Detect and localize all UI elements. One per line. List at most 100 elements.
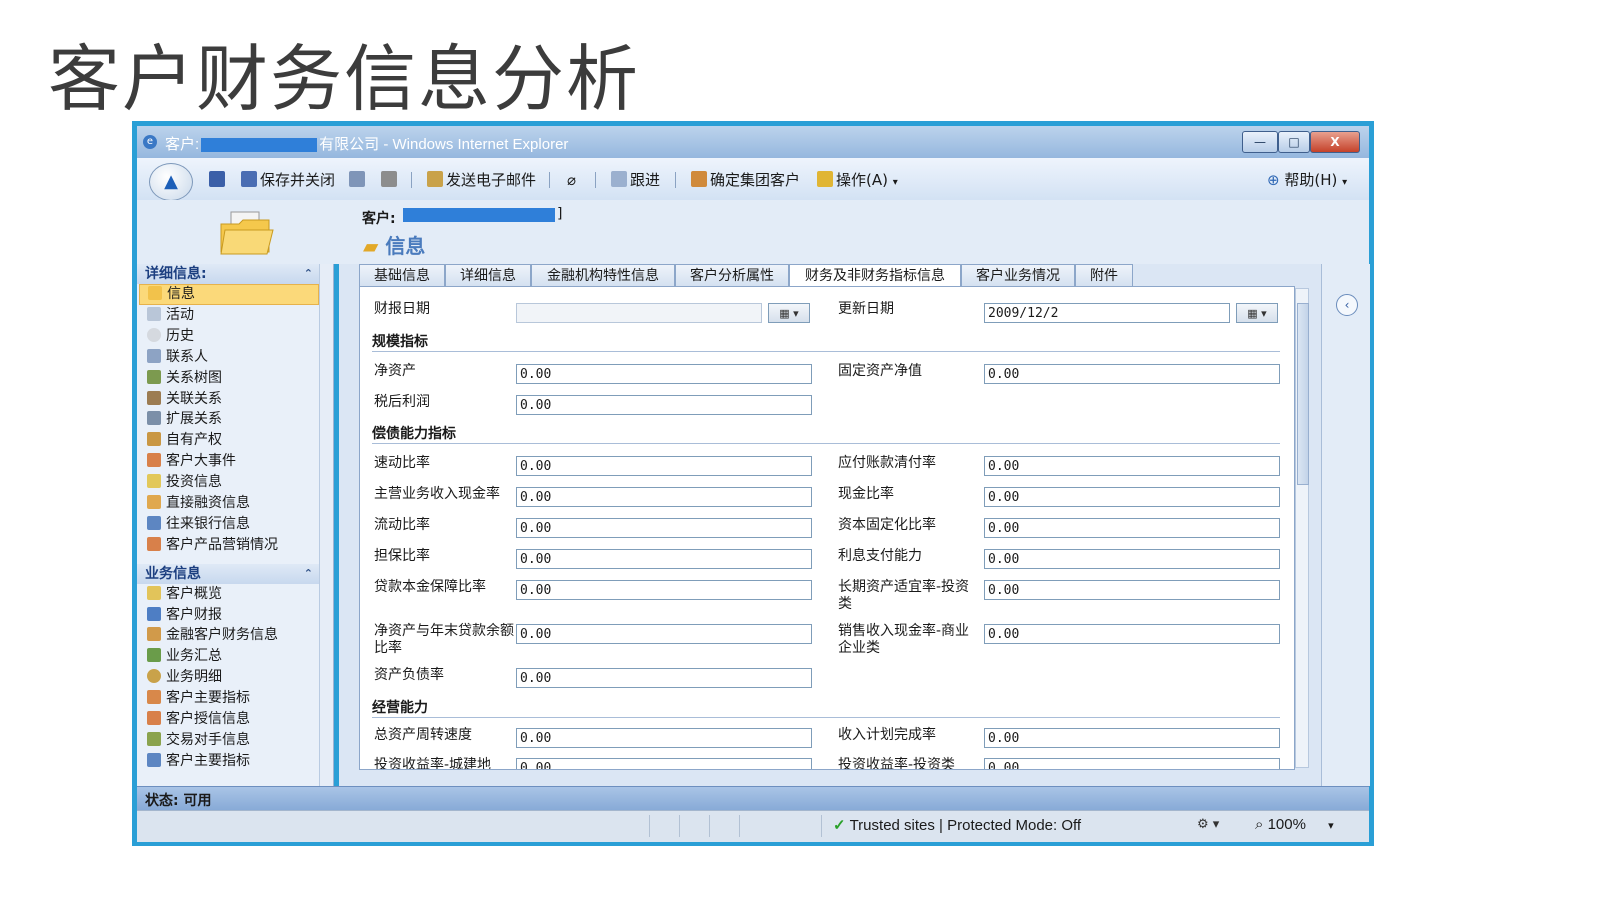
guarantee-input[interactable]: 0.00 <box>516 549 812 569</box>
save-close-button[interactable]: 保存并关闭 <box>241 170 335 190</box>
attach-button[interactable]: ⌀ <box>567 170 576 190</box>
business-section-header[interactable]: 业务信息 ⌃ <box>137 563 333 584</box>
status-cell <box>137 815 650 837</box>
print-button[interactable] <box>381 170 400 190</box>
save-icon <box>209 171 225 187</box>
sidebar-item-main-indicators-2[interactable]: 客户主要指标 <box>137 751 333 772</box>
turnover-label: 总资产周转速度 <box>374 727 472 743</box>
redacted-name <box>201 138 318 153</box>
tab-analysis[interactable]: 客户分析属性 <box>675 264 789 287</box>
sidebar-item-counterparty[interactable]: 交易对手信息 <box>137 730 333 751</box>
sidebar-item-credit[interactable]: 客户授信信息 <box>137 709 333 730</box>
sidebar-item-product-marketing[interactable]: 客户产品营销情况 <box>137 535 333 556</box>
tab-attachments[interactable]: 附件 <box>1075 264 1133 287</box>
zoom-icon: ⌕ <box>1255 816 1264 833</box>
help-menu[interactable]: ⊕ 帮助(H) ▾ <box>1267 170 1347 190</box>
partial-row-input[interactable]: 0.00 <box>984 758 1280 769</box>
net-profit-input[interactable]: 0.00 <box>516 395 812 415</box>
tab-financial-indicators[interactable]: 财务及非财务指标信息 <box>789 264 961 288</box>
sidebar-item-label: 关联关系 <box>166 390 222 407</box>
sidebar-item-business-summary[interactable]: 业务汇总 <box>137 646 333 667</box>
loan-principal-input[interactable]: 0.00 <box>516 580 812 600</box>
quick-ratio-input[interactable]: 0.00 <box>516 456 812 476</box>
sidebar-item-financial-report[interactable]: 客户财报 <box>137 605 333 626</box>
close-button[interactable]: X <box>1310 131 1360 153</box>
sidebar-item-activity[interactable]: 活动 <box>137 305 333 326</box>
fixed-assets-input[interactable]: 0.00 <box>984 364 1280 384</box>
sidebar-scrollbar[interactable] <box>319 264 333 786</box>
sidebar-item-financial-info[interactable]: 金融客户财务信息 <box>137 625 333 646</box>
sales-cash-input[interactable]: 0.00 <box>984 624 1280 644</box>
turnover-input[interactable]: 0.00 <box>516 728 812 748</box>
sidebar-item-label: 交易对手信息 <box>166 731 250 748</box>
sidebar-item-events[interactable]: 客户大事件 <box>137 451 333 472</box>
send-email-button[interactable]: 发送电子邮件 <box>427 170 536 190</box>
indicator-icon <box>147 752 161 767</box>
calendar-button[interactable]: ▦ ▾ <box>768 303 810 323</box>
sidebar-item-label: 业务明细 <box>166 669 222 686</box>
sidebar-item-overview[interactable]: 客户概览 <box>137 584 333 605</box>
scroll-thumb[interactable] <box>1297 303 1309 485</box>
ie-icon: e <box>143 135 157 149</box>
sidebar-item-property[interactable]: 自有产权 <box>137 430 333 451</box>
current-ratio-input[interactable]: 0.00 <box>516 518 812 538</box>
net-assets-input[interactable]: 0.00 <box>516 364 812 384</box>
actions-label: 操作(A) <box>836 171 888 189</box>
security-settings-icon[interactable]: ⚙ ▾ <box>1197 817 1219 832</box>
main-pane: 基础信息 详细信息 金融机构特性信息 客户分析属性 财务及非财务指标信息 客户业… <box>339 264 1321 786</box>
collapse-pane-icon[interactable]: ‹ <box>1336 294 1358 316</box>
tab-details[interactable]: 详细信息 <box>445 264 531 287</box>
report-date-input[interactable] <box>516 303 762 323</box>
update-date-input[interactable]: 2009/12/2 <box>984 303 1230 323</box>
sidebar-item-contacts[interactable]: 联系人 <box>137 347 333 368</box>
net-asset-loan-input[interactable]: 0.00 <box>516 624 812 644</box>
sidebar-item-info[interactable]: 信息 <box>139 284 319 305</box>
tab-business[interactable]: 客户业务情况 <box>961 264 1075 287</box>
follow-up-button[interactable]: 跟进 <box>611 170 660 190</box>
cash-ratio-input[interactable]: 0.00 <box>984 487 1280 507</box>
maximize-button[interactable]: □ <box>1278 131 1310 153</box>
ap-rate-input[interactable]: 0.00 <box>984 456 1280 476</box>
sidebar-item-extended[interactable]: 扩展关系 <box>137 409 333 430</box>
partial-row-label: 投资收益率-投资类 <box>838 757 956 770</box>
sidebar-item-relationship-tree[interactable]: 关系树图 <box>137 368 333 389</box>
app-logo-icon[interactable]: ▲ <box>149 163 193 201</box>
minimize-button[interactable]: — <box>1242 131 1278 153</box>
collapse-icon[interactable]: ⌃ <box>304 264 313 284</box>
sidebar-item-related[interactable]: 关联关系 <box>137 389 333 410</box>
sidebar-item-banks[interactable]: 往来银行信息 <box>137 514 333 535</box>
sidebar-item-investment[interactable]: 投资信息 <box>137 472 333 493</box>
sidebar-item-main-indicators[interactable]: 客户主要指标 <box>137 688 333 709</box>
security-zone[interactable]: ✓ Trusted sites | Protected Mode: Off <box>833 816 1081 834</box>
record-header: 客户: ] ▰ 信息 <box>137 200 1369 264</box>
actions-menu[interactable]: 操作(A) ▾ <box>817 170 898 190</box>
operating-section-title: 经营能力 <box>372 700 428 716</box>
interest-input[interactable]: 0.00 <box>984 549 1280 569</box>
collapse-icon[interactable]: ⌃ <box>304 564 313 584</box>
calendar-button[interactable]: ▦ ▾ <box>1236 303 1278 323</box>
partial-row-input[interactable]: 0.00 <box>516 758 812 769</box>
plan-input[interactable]: 0.00 <box>984 728 1280 748</box>
ap-rate-label: 应付账款清付率 <box>838 455 936 471</box>
sidebar-item-business-detail[interactable]: 业务明细 <box>137 667 333 688</box>
zoom-control[interactable]: ⌕ 100% ▾ <box>1255 816 1334 833</box>
sidebar-item-history[interactable]: 历史 <box>137 326 333 347</box>
tab-basic[interactable]: 基础信息 <box>359 264 445 287</box>
long-term-input[interactable]: 0.00 <box>984 580 1280 600</box>
sidebar-item-direct-financing[interactable]: 直接融资信息 <box>137 493 333 514</box>
details-section-header[interactable]: 详细信息: ⌃ <box>137 264 333 284</box>
sidebar-item-label: 往来银行信息 <box>166 515 250 532</box>
chevron-down-icon[interactable]: ▾ <box>1328 820 1334 832</box>
quick-ratio-label: 速动比率 <box>374 455 430 471</box>
debt-ratio-input[interactable]: 0.00 <box>516 668 812 688</box>
confirm-group-button[interactable]: 确定集团客户 <box>691 170 800 190</box>
partial-row-label: 投资收益率-城建地 <box>374 757 492 770</box>
tab-institution[interactable]: 金融机构特性信息 <box>531 264 675 287</box>
main-cash-input[interactable]: 0.00 <box>516 487 812 507</box>
capital-fixed-input[interactable]: 0.00 <box>984 518 1280 538</box>
copy-icon <box>349 171 365 187</box>
copy-button[interactable] <box>349 170 368 190</box>
save-button[interactable] <box>209 170 228 190</box>
form-scrollbar[interactable] <box>1295 288 1309 768</box>
sidebar-item-label: 客户主要指标 <box>166 752 250 769</box>
